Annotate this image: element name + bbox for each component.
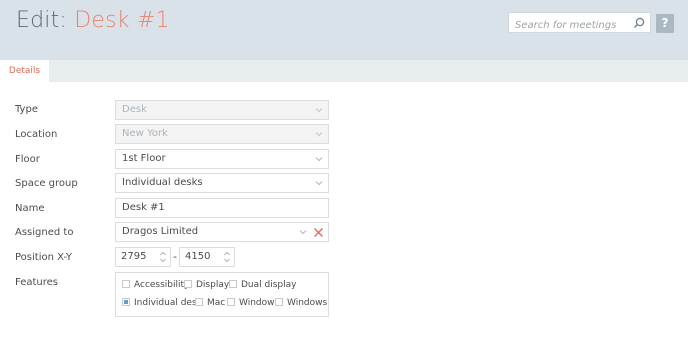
- position-x-input[interactable]: 2795: [115, 247, 171, 267]
- feature-individual-desk[interactable]: Individual desk: [122, 298, 202, 309]
- space-group-label: Space group: [15, 178, 78, 189]
- checkbox[interactable]: [275, 298, 283, 306]
- stepper-icon[interactable]: [159, 250, 167, 264]
- feature-label: Windows: [287, 298, 328, 308]
- type-select: Desk: [115, 100, 329, 120]
- page-title: Edit: Desk #1: [16, 8, 170, 33]
- tab-bar: Details: [0, 60, 688, 82]
- checkbox[interactable]: [195, 298, 203, 306]
- help-button[interactable]: ?: [656, 14, 674, 33]
- position-x-value: 2795: [121, 251, 147, 262]
- tab-details[interactable]: Details: [0, 60, 49, 82]
- name-input[interactable]: Desk #1: [115, 198, 329, 218]
- name-value: Desk #1: [122, 202, 165, 213]
- type-value: Desk: [122, 104, 147, 115]
- position-separator: -: [173, 250, 177, 263]
- feature-mac[interactable]: Mac: [195, 298, 225, 309]
- name-label: Name: [15, 203, 45, 214]
- space-group-select[interactable]: Individual desks: [115, 173, 329, 193]
- stepper-icon[interactable]: [223, 250, 231, 264]
- feature-label: Accessibility: [134, 280, 190, 290]
- location-select: New York: [115, 124, 329, 144]
- search-input[interactable]: [509, 16, 629, 35]
- features-group: Accessibility Display Dual display Indiv…: [115, 272, 329, 317]
- search-box: [508, 12, 651, 35]
- space-group-value: Individual desks: [122, 177, 203, 188]
- feature-label: Dual display: [241, 280, 297, 290]
- features-label: Features: [15, 277, 58, 288]
- feature-label: Mac: [207, 298, 226, 308]
- checkbox[interactable]: [227, 298, 235, 306]
- feature-windows[interactable]: Windows: [275, 298, 327, 309]
- location-label: Location: [15, 129, 58, 140]
- position-label: Position X-Y: [15, 252, 72, 263]
- chevron-down-icon: [315, 181, 323, 186]
- feature-window[interactable]: Window: [227, 298, 275, 309]
- checkbox[interactable]: [122, 280, 130, 288]
- clear-icon[interactable]: [313, 227, 324, 238]
- feature-label: Individual desk: [134, 298, 202, 308]
- page-header: Edit: Desk #1 ?: [0, 0, 688, 60]
- feature-label: Display: [196, 280, 230, 290]
- page-title-name: Desk #1: [74, 8, 170, 33]
- floor-value: 1st Floor: [122, 153, 166, 164]
- feature-display[interactable]: Display: [184, 280, 229, 291]
- position-y-value: 4150: [185, 251, 211, 262]
- feature-label: Window: [239, 298, 275, 308]
- type-label: Type: [15, 104, 38, 115]
- position-y-input[interactable]: 4150: [179, 247, 235, 267]
- location-value: New York: [122, 128, 168, 139]
- checkbox[interactable]: [184, 280, 192, 288]
- page-title-prefix: Edit:: [16, 8, 68, 33]
- floor-label: Floor: [15, 154, 40, 165]
- assigned-to-label: Assigned to: [15, 227, 74, 238]
- assigned-to-select[interactable]: Dragos Limited: [115, 222, 329, 242]
- assigned-to-value: Dragos Limited: [122, 226, 199, 237]
- chevron-down-icon[interactable]: [299, 228, 307, 236]
- chevron-down-icon: [315, 157, 323, 162]
- checkbox-checked[interactable]: [122, 298, 130, 306]
- chevron-down-icon: [315, 132, 323, 137]
- floor-select[interactable]: 1st Floor: [115, 149, 329, 169]
- chevron-down-icon: [315, 108, 323, 113]
- feature-dual-display[interactable]: Dual display: [229, 280, 296, 291]
- search-icon[interactable]: [632, 16, 646, 30]
- feature-accessibility[interactable]: Accessibility: [122, 280, 189, 291]
- checkbox[interactable]: [229, 280, 237, 288]
